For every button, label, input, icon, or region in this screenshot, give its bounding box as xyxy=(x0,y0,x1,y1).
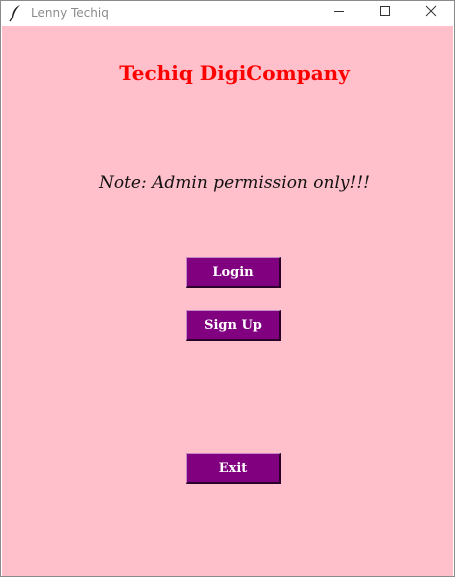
close-icon xyxy=(425,4,437,22)
minimize-button[interactable] xyxy=(316,1,362,25)
window-title: Lenny Techiq xyxy=(31,6,109,20)
maximize-button[interactable] xyxy=(362,1,408,25)
page-title: Techiq DigiCompany xyxy=(119,61,350,85)
signup-button[interactable]: Sign Up xyxy=(186,310,281,341)
login-button[interactable]: Login xyxy=(186,257,281,288)
app-window: Lenny Techiq Techiq DigiCompany Note: Ad… xyxy=(0,0,455,577)
maximize-icon xyxy=(379,4,391,22)
minimize-icon xyxy=(333,4,345,22)
close-button[interactable] xyxy=(408,1,454,25)
main-area: Techiq DigiCompany Note: Admin permissio… xyxy=(2,26,453,576)
title-bar[interactable]: Lenny Techiq xyxy=(1,1,454,25)
exit-button[interactable]: Exit xyxy=(186,453,281,484)
feather-icon xyxy=(9,4,23,22)
admin-note: Note: Admin permission only!!! xyxy=(98,173,371,193)
